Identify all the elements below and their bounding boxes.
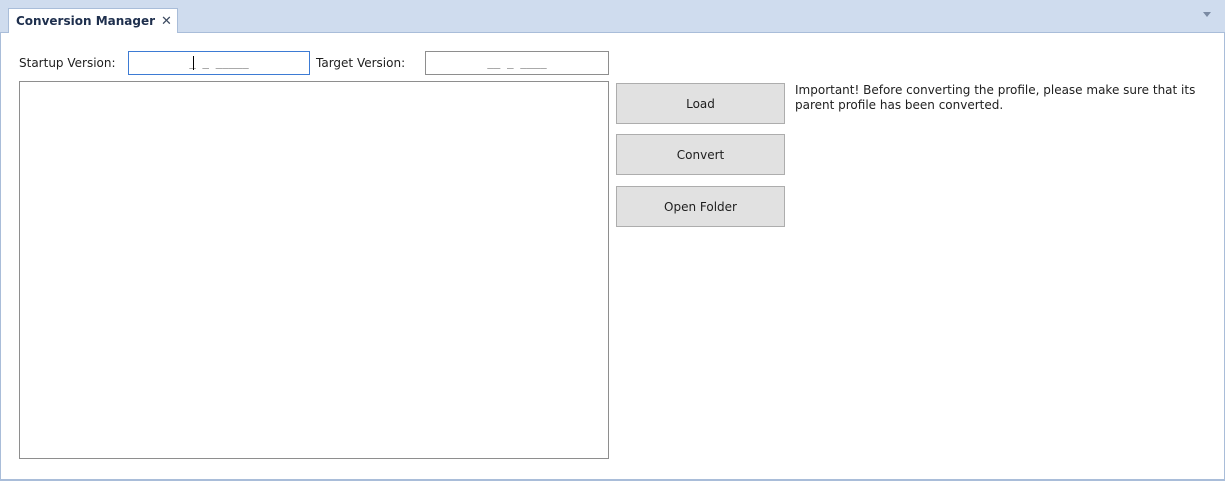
conversion-manager-window: Conversion Manager ✕ Startup Version: _ … xyxy=(0,0,1225,481)
target-version-input[interactable]: __ _ ____ xyxy=(425,51,609,75)
profile-list[interactable] xyxy=(19,81,609,459)
startup-version-label: Startup Version: xyxy=(19,56,116,70)
tab-strip: Conversion Manager ✕ xyxy=(0,0,1225,33)
tab-conversion-manager[interactable]: Conversion Manager ✕ xyxy=(8,8,178,33)
open-folder-button[interactable]: Open Folder xyxy=(616,186,785,227)
startup-version-value: _ _ _____ xyxy=(189,56,249,69)
text-caret xyxy=(193,56,194,70)
important-notice: Important! Before converting the profile… xyxy=(795,83,1196,112)
conversion-panel: Startup Version: _ _ _____ Target Versio… xyxy=(0,33,1225,481)
close-icon[interactable]: ✕ xyxy=(161,15,172,28)
chevron-down-icon[interactable] xyxy=(1203,12,1211,17)
convert-button[interactable]: Convert xyxy=(616,134,785,175)
startup-version-input[interactable]: _ _ _____ xyxy=(128,51,310,75)
target-version-value: __ _ ____ xyxy=(487,56,547,69)
load-button[interactable]: Load xyxy=(616,83,785,124)
target-version-label: Target Version: xyxy=(316,56,406,70)
tab-title: Conversion Manager xyxy=(16,14,156,28)
